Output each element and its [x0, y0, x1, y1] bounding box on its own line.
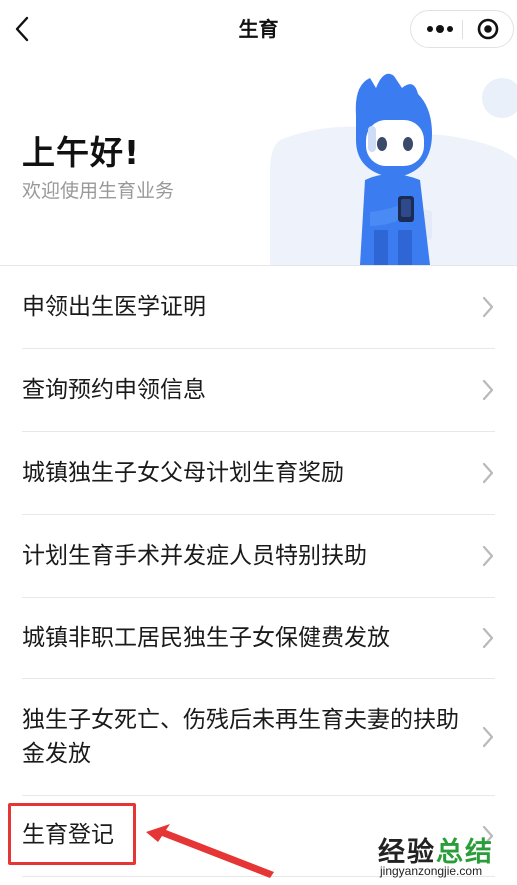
mini-program-capsule [410, 10, 514, 48]
capsule-divider [462, 20, 463, 39]
chevron-right-icon [482, 379, 494, 401]
greeting-subtitle: 欢迎使用生育业务 [22, 180, 175, 202]
more-options-icon[interactable] [419, 15, 459, 43]
menu-item-label: 申领出生医学证明 [22, 294, 206, 320]
chevron-right-icon [482, 545, 494, 567]
chevron-right-icon [482, 627, 494, 649]
menu-item-healthcare-fee[interactable]: 城镇非职工居民独生子女保健费发放 [0, 598, 517, 678]
chevron-right-icon [482, 296, 494, 318]
close-mini-program-icon[interactable] [473, 15, 503, 43]
mascot-illustration [270, 73, 517, 265]
menu-item-surgery-complication-aid[interactable]: 计划生育手术并发症人员特别扶助 [0, 515, 517, 597]
chevron-right-icon [482, 462, 494, 484]
red-arrow-annotation [146, 824, 274, 878]
hero-banner: 上午好! 欢迎使用生育业务 [0, 60, 517, 265]
menu-item-birth-certificate[interactable]: 申领出生医学证明 [0, 266, 517, 348]
watermark: 经验总结 jingyanzongjie.com [378, 830, 517, 885]
menu-item-label: 城镇非职工居民独生子女保健费发放 [22, 625, 390, 651]
menu-item-only-child-reward[interactable]: 城镇独生子女父母计划生育奖励 [0, 432, 517, 514]
menu-item-label: 城镇独生子女父母计划生育奖励 [22, 460, 344, 486]
menu-item-label: 独生子女死亡、伤残后未再生育夫妻的扶助金发放 [22, 707, 459, 767]
menu-item-bereaved-family-aid[interactable]: 独生子女死亡、伤残后未再生育夫妻的扶助金发放 [0, 679, 517, 795]
menu-item-label: 计划生育手术并发症人员特别扶助 [22, 543, 367, 569]
chevron-right-icon [482, 726, 494, 748]
greeting-heading: 上午好! [22, 133, 141, 172]
menu-item-query-appointment[interactable]: 查询预约申领信息 [0, 349, 517, 431]
menu-item-label: 查询预约申领信息 [22, 377, 206, 403]
watermark-url: jingyanzongjie.com [380, 864, 483, 878]
navigation-bar: 生育 [0, 0, 517, 60]
highlight-box [8, 803, 136, 865]
